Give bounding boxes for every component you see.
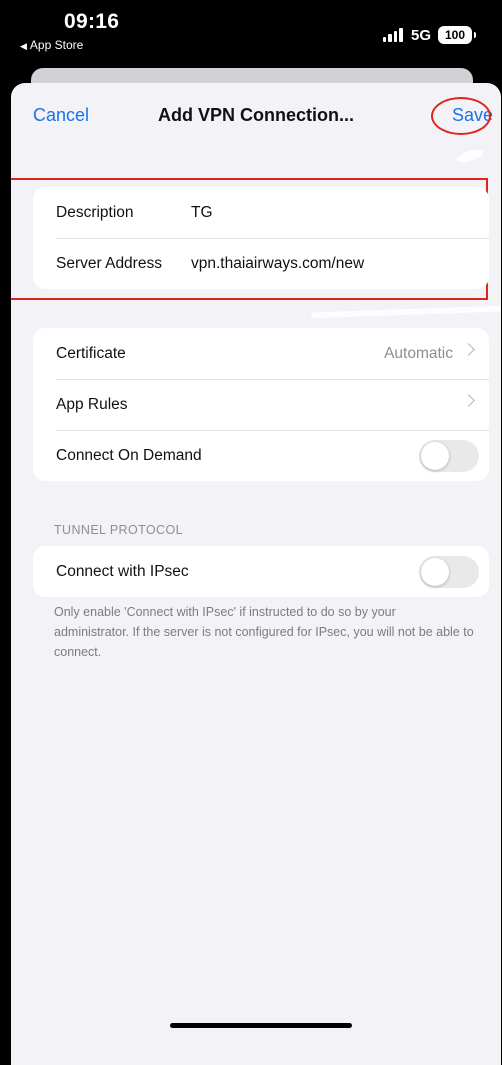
back-triangle-icon: ◀ xyxy=(20,41,27,51)
chevron-right-icon xyxy=(462,394,475,407)
certificate-row[interactable]: Certificate Automatic xyxy=(33,328,489,379)
certificate-label: Certificate xyxy=(56,344,126,362)
connect-ipsec-toggle[interactable] xyxy=(419,556,479,588)
battery-level: 100 xyxy=(444,28,466,42)
status-indicators: 5G 100 xyxy=(382,26,476,44)
back-to-app-store[interactable]: ◀ App Store xyxy=(20,38,83,52)
ipsec-footnote: Only enable 'Connect with IPsec' if inst… xyxy=(54,605,474,659)
connect-on-demand-label: Connect On Demand xyxy=(56,446,202,464)
status-bar: 09:16 ◀ App Store 5G 100 xyxy=(0,0,502,68)
connect-on-demand-toggle[interactable] xyxy=(419,440,479,472)
battery-icon: 100 xyxy=(438,26,476,44)
connect-on-demand-row: Connect On Demand xyxy=(33,430,489,481)
server-address-field[interactable]: vpn.thaiairways.com/new xyxy=(191,255,364,273)
connect-ipsec-label: Connect with IPsec xyxy=(56,562,189,580)
description-label: Description xyxy=(56,203,134,221)
back-label: App Store xyxy=(29,38,84,52)
network-type: 5G xyxy=(410,26,431,44)
chevron-right-icon xyxy=(462,343,475,356)
home-indicator[interactable] xyxy=(170,1023,352,1028)
save-button[interactable]: Save xyxy=(452,105,493,126)
toggle-knob xyxy=(421,442,449,470)
settings-group: Certificate Automatic App Rules Connect … xyxy=(33,328,489,481)
app-rules-label: App Rules xyxy=(56,395,128,413)
add-vpn-sheet: Cancel Add VPN Connection... Save Descri… xyxy=(11,83,501,1065)
connection-group: Description TG Server Address vpn.thaiai… xyxy=(33,187,489,289)
status-time: 09:16 xyxy=(64,10,120,33)
toggle-knob xyxy=(421,558,449,586)
annotation-mark xyxy=(455,146,485,166)
page-title: Add VPN Connection... xyxy=(158,105,354,125)
tunnel-protocol-header: TUNNEL PROTOCOL xyxy=(54,523,183,537)
server-address-label: Server Address xyxy=(56,254,162,272)
description-row[interactable]: Description TG xyxy=(33,187,489,238)
tunnel-group: Connect with IPsec xyxy=(33,546,489,597)
certificate-value: Automatic xyxy=(384,344,453,362)
connect-ipsec-row: Connect with IPsec xyxy=(33,546,489,597)
signal-icon xyxy=(382,28,403,42)
app-rules-row[interactable]: App Rules xyxy=(33,379,489,430)
server-address-row[interactable]: Server Address vpn.thaiairways.com/new xyxy=(33,238,489,289)
description-field[interactable]: TG xyxy=(191,204,213,222)
annotation-streak xyxy=(311,305,501,319)
